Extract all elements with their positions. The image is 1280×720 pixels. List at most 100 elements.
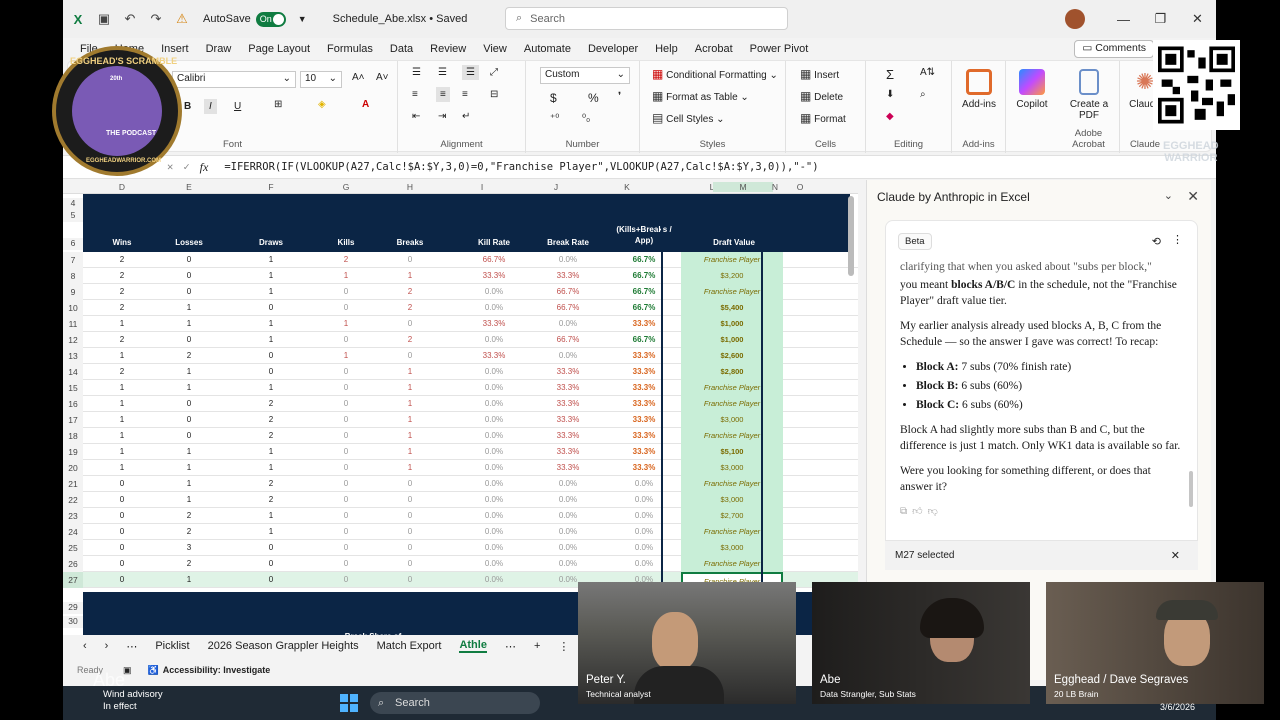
table-cell[interactable]: 2 bbox=[97, 335, 147, 344]
restore-icon[interactable]: ❐ bbox=[1142, 11, 1179, 27]
row-number[interactable]: 30 bbox=[63, 616, 83, 628]
align-center-icon[interactable]: ≡ bbox=[436, 87, 450, 102]
table-cell[interactable]: 1 bbox=[159, 303, 219, 312]
table-cell[interactable]: 0.0% bbox=[609, 479, 679, 488]
table-cell[interactable]: 0.0% bbox=[459, 367, 529, 376]
table-cell[interactable]: 1 bbox=[241, 255, 301, 264]
table-cell[interactable]: 1 bbox=[97, 447, 147, 456]
table-cell[interactable]: 0.0% bbox=[609, 543, 679, 552]
table-cell[interactable]: 0.0% bbox=[533, 511, 603, 520]
more-options-icon[interactable]: ⋮ bbox=[1172, 233, 1183, 246]
decrease-font-icon[interactable]: A˅ bbox=[376, 72, 389, 83]
table-cell[interactable]: 1 bbox=[385, 431, 435, 440]
autosum-icon[interactable]: Σ bbox=[886, 67, 894, 82]
table-row[interactable]: 2 1 0 0 2 0.0% 66.7% 66.7% $5,400 bbox=[83, 300, 858, 316]
format-as-table-button[interactable]: ▦ Format as Table ⌄ bbox=[652, 89, 749, 103]
table-cell[interactable]: 33.3% bbox=[533, 271, 603, 280]
table-row[interactable]: 2 0 1 0 2 0.0% 66.7% 66.7% $1,000 bbox=[83, 332, 858, 348]
table-cell[interactable]: 2 bbox=[241, 415, 301, 424]
table-cell[interactable]: 0 bbox=[159, 255, 219, 264]
table-cell[interactable]: 33.3% bbox=[533, 367, 603, 376]
table-cell[interactable]: 0.0% bbox=[459, 543, 529, 552]
table-row[interactable]: 2 0 1 0 2 0.0% 66.7% 66.7% Franchise Player bbox=[83, 284, 858, 300]
row-number[interactable]: 16 bbox=[63, 396, 83, 412]
table-cell[interactable]: 1 bbox=[241, 383, 301, 392]
column-header[interactable]: I bbox=[447, 182, 517, 192]
comma-icon[interactable]: ❜ bbox=[618, 91, 621, 102]
table-cell[interactable]: 2 bbox=[241, 431, 301, 440]
table-cell[interactable]: 0 bbox=[385, 319, 435, 328]
row-number[interactable]: 24 bbox=[63, 524, 83, 540]
cell-styles-button[interactable]: ▤ Cell Styles ⌄ bbox=[652, 111, 725, 125]
minimize-icon[interactable]: — bbox=[1105, 12, 1142, 27]
table-cell[interactable]: 0.0% bbox=[459, 575, 529, 584]
clear-icon[interactable]: ◆ bbox=[886, 111, 894, 122]
menu-automate[interactable]: Automate bbox=[524, 43, 571, 55]
draft-value-cell[interactable]: $1,000 bbox=[681, 316, 783, 332]
table-cell[interactable]: 0.0% bbox=[459, 511, 529, 520]
row-number[interactable]: 22 bbox=[63, 492, 83, 508]
table-cell[interactable]: 33.3% bbox=[609, 351, 679, 360]
table-cell[interactable]: 0 bbox=[321, 367, 371, 376]
table-cell[interactable]: 33.3% bbox=[459, 319, 529, 328]
table-cell[interactable]: 0 bbox=[241, 367, 301, 376]
tab-match-export[interactable]: Match Export bbox=[377, 640, 442, 652]
draft-value-cell[interactable]: Franchise Player bbox=[681, 556, 783, 572]
table-cell[interactable]: 0.0% bbox=[609, 495, 679, 504]
undo-icon[interactable]: ↶ bbox=[119, 8, 141, 30]
history-icon[interactable]: ⟲ bbox=[1152, 235, 1161, 248]
row-number[interactable]: 29 bbox=[63, 602, 83, 614]
table-cell[interactable]: 0.0% bbox=[459, 335, 529, 344]
row-number[interactable]: 23 bbox=[63, 508, 83, 524]
table-cell[interactable]: 0 bbox=[385, 559, 435, 568]
table-cell[interactable]: 0.0% bbox=[459, 399, 529, 408]
table-row[interactable]: 0 3 0 0 0 0.0% 0.0% 0.0% $3,000 bbox=[83, 540, 858, 556]
column-header[interactable]: O bbox=[785, 182, 815, 192]
grid-scrollbar[interactable] bbox=[848, 196, 854, 276]
add-sheet-icon[interactable]: + bbox=[534, 640, 540, 652]
fill-color-icon[interactable]: ◈ bbox=[318, 99, 326, 110]
table-cell[interactable]: 0.0% bbox=[459, 287, 529, 296]
column-header[interactable]: G bbox=[321, 182, 371, 192]
draft-value-cell[interactable]: $3,000 bbox=[681, 412, 783, 428]
table-cell[interactable]: 33.3% bbox=[609, 415, 679, 424]
column-header[interactable]: M bbox=[713, 182, 773, 192]
conditional-formatting-button[interactable]: ▦ Conditional Formatting ⌄ bbox=[652, 67, 778, 81]
more-tabs-icon[interactable]: ⋯ bbox=[126, 640, 137, 653]
row-number[interactable]: 21 bbox=[63, 476, 83, 492]
menu-view[interactable]: View bbox=[483, 43, 507, 55]
pane-scrollbar[interactable] bbox=[1189, 471, 1193, 507]
draft-value-cell[interactable]: $3,000 bbox=[681, 540, 783, 556]
close-icon[interactable]: ✕ bbox=[1187, 188, 1199, 205]
table-cell[interactable]: 1 bbox=[385, 447, 435, 456]
table-cell[interactable]: 0 bbox=[385, 479, 435, 488]
table-cell[interactable]: 2 bbox=[159, 351, 219, 360]
row-number[interactable]: 12 bbox=[63, 332, 83, 348]
table-cell[interactable]: 2 bbox=[385, 287, 435, 296]
thumbs-down-icon[interactable]: 👎︎ bbox=[928, 506, 938, 517]
row-number[interactable]: 26 bbox=[63, 556, 83, 572]
table-cell[interactable]: 2 bbox=[241, 479, 301, 488]
table-cell[interactable]: 2 bbox=[385, 303, 435, 312]
table-cell[interactable]: 1 bbox=[97, 415, 147, 424]
table-cell[interactable]: 2 bbox=[385, 335, 435, 344]
row-number[interactable]: 8 bbox=[63, 268, 83, 284]
table-cell[interactable]: 0 bbox=[97, 543, 147, 552]
row-number[interactable]: 27 bbox=[63, 572, 83, 588]
table-cell[interactable]: 2 bbox=[241, 399, 301, 408]
row-number[interactable]: 4 bbox=[63, 198, 83, 210]
row-number[interactable]: 17 bbox=[63, 412, 83, 428]
align-top-icon[interactable]: ☰ bbox=[412, 67, 421, 78]
tab-athle[interactable]: Athle bbox=[459, 639, 487, 653]
table-cell[interactable]: 33.3% bbox=[533, 431, 603, 440]
table-cell[interactable]: 0 bbox=[321, 383, 371, 392]
row-number[interactable]: 18 bbox=[63, 428, 83, 444]
thumbs-up-icon[interactable]: 👍︎ bbox=[912, 506, 922, 517]
avatar[interactable] bbox=[1065, 9, 1085, 29]
sort-filter-icon[interactable]: A⇅ bbox=[920, 67, 935, 78]
table-cell[interactable]: 1 bbox=[159, 383, 219, 392]
draft-value-cell[interactable]: Franchise Player bbox=[681, 396, 783, 412]
table-cell[interactable]: 0 bbox=[97, 495, 147, 504]
table-cell[interactable]: 2 bbox=[159, 511, 219, 520]
table-cell[interactable]: 0 bbox=[321, 511, 371, 520]
